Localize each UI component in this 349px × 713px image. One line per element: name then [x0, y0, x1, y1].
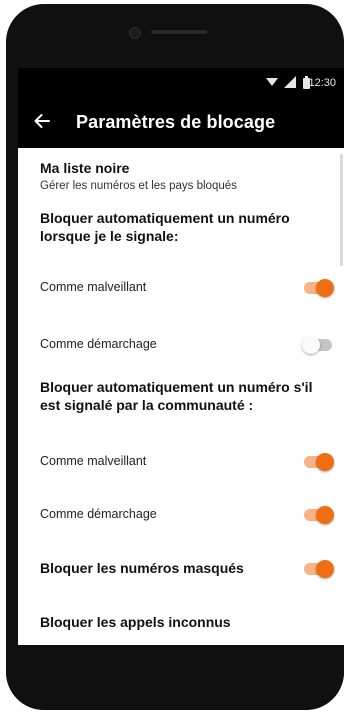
hidden-numbers-row[interactable]: Bloquer les numéros masqués [18, 546, 344, 592]
community-telemarketing-row[interactable]: Comme démarchage [18, 492, 344, 538]
toggle-thumb [316, 506, 334, 524]
earpiece-speaker [151, 30, 207, 34]
community-malicious-toggle[interactable] [302, 451, 336, 473]
hidden-numbers-toggle[interactable] [302, 558, 336, 580]
reported-malicious-row[interactable]: Comme malveillant [18, 265, 344, 311]
reported-telemarketing-row[interactable]: Comme démarchage [18, 322, 344, 368]
signal-icon [284, 76, 296, 91]
status-time: 12:30 [308, 77, 336, 89]
blacklist-title: Ma liste noire [40, 160, 130, 176]
hidden-numbers-label: Bloquer les numéros masqués [40, 560, 244, 576]
scrollbar[interactable] [340, 154, 343, 266]
reported-telemarketing-label: Comme démarchage [40, 337, 157, 351]
settings-list: Ma liste noire Gérer les numéros et les … [18, 148, 344, 645]
toggle-thumb [316, 279, 334, 297]
page-title: Paramètres de blocage [76, 112, 276, 132]
screen: 12:30 Paramètres de blocage Ma liste noi… [18, 68, 344, 645]
phone-frame: 12:30 Paramètres de blocage Ma liste noi… [6, 4, 344, 710]
status-bar: 12:30 [18, 68, 344, 98]
community-telemarketing-toggle[interactable] [302, 504, 336, 526]
reported-malicious-label: Comme malveillant [40, 280, 147, 294]
unknown-calls-label: Bloquer les appels inconnus [40, 614, 231, 630]
reported-malicious-toggle[interactable] [302, 277, 336, 299]
app-bar: Paramètres de blocage [18, 98, 344, 148]
community-malicious-label: Comme malveillant [40, 454, 147, 468]
blacklist-item[interactable]: Ma liste noire Gérer les numéros et les … [40, 160, 237, 192]
toggle-thumb [316, 560, 334, 578]
blacklist-subtitle: Gérer les numéros et les pays bloqués [40, 180, 237, 192]
navigation-bar [6, 645, 344, 710]
unknown-calls-row[interactable]: Bloquer les appels inconnus [18, 600, 344, 645]
section-reported-title: Bloquer automatiquement un numéro lorsqu… [40, 210, 290, 244]
reported-telemarketing-toggle[interactable] [302, 334, 336, 356]
front-camera [129, 27, 141, 39]
section-community-title: Bloquer automatiquement un numéro s'il e… [40, 379, 313, 413]
arrow-left-icon[interactable] [32, 111, 52, 136]
toggle-thumb [302, 336, 320, 354]
toggle-thumb [316, 453, 334, 471]
wifi-icon [266, 77, 278, 90]
community-telemarketing-label: Comme démarchage [40, 507, 157, 521]
community-malicious-row[interactable]: Comme malveillant [18, 439, 344, 485]
